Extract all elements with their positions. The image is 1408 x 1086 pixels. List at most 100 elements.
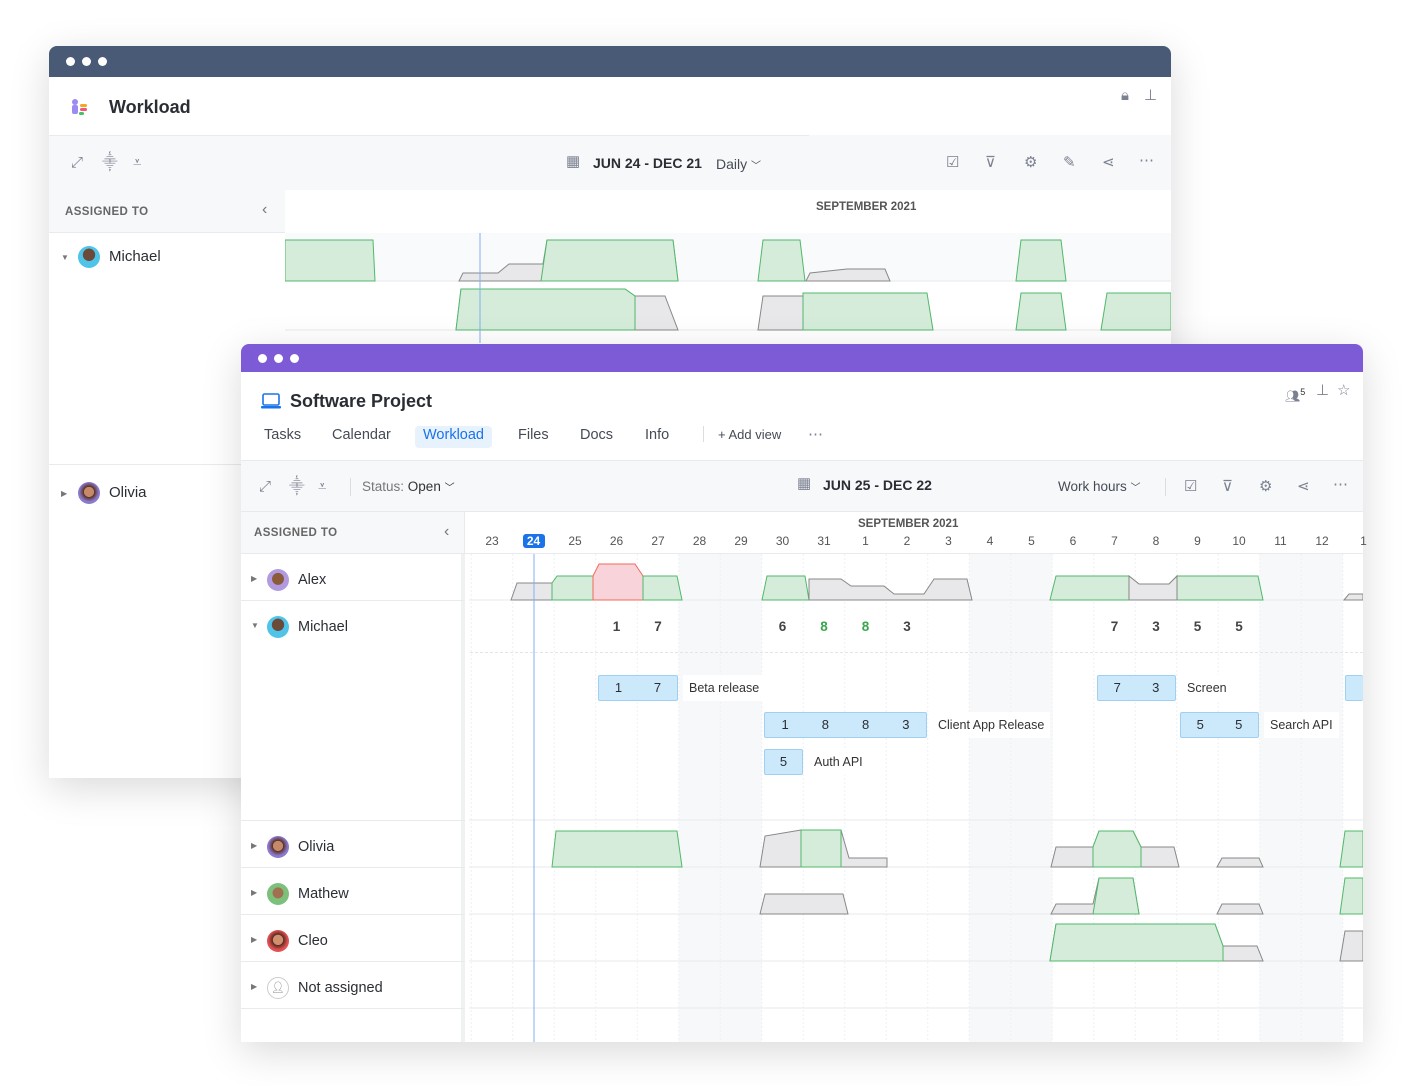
caret-right-icon[interactable]: ▶ [251,888,257,897]
assigned-header: ASSIGNED TO ‹ [241,512,465,554]
collapse-icon[interactable]: ⸎ [102,155,118,171]
tab-tasks[interactable]: Tasks [256,426,309,448]
collapse-panel-icon[interactable]: ‹ [444,523,449,541]
load-bar [1092,877,1140,915]
collapse-all-icon[interactable]: ⩡ [318,479,326,495]
load-bar [1216,903,1264,915]
person-row[interactable]: ▶ Cleo [241,915,465,962]
collapse-icon[interactable]: ⸎ [289,479,305,495]
task-label[interactable]: Beta release [683,675,766,701]
day-label: 3 [945,534,952,548]
expand-icon[interactable]: ⤢ [71,155,83,171]
caret-down-icon[interactable]: ▼ [61,253,69,262]
task-hours: 1 [781,717,789,732]
person-row[interactable]: ▶ Alex [241,554,465,601]
calendar-icon: ▦ [797,475,812,492]
load-bar [759,893,849,915]
person-name: Michael [109,248,161,265]
caret-right-icon[interactable]: ▶ [251,982,257,991]
share-icon[interactable]: ⋖ [1102,155,1115,171]
load-bar [761,575,810,601]
day-label: 7 [1111,534,1118,548]
share-icon[interactable]: ⋖ [1297,479,1310,495]
dashed-divider [470,652,1363,653]
tab-docs[interactable]: Docs [572,426,621,448]
scale-select[interactable]: Daily ﹀ [716,156,761,172]
window-dot[interactable] [290,354,299,363]
daily-hours: 1 [612,619,621,634]
task-label[interactable]: Client App Release [932,712,1051,738]
load-bar [1128,574,1178,601]
caret-right-icon[interactable]: ▶ [61,489,67,498]
edit-icon[interactable]: ✎ [1063,155,1076,171]
window-titlebar [241,344,1363,372]
date-range[interactable]: JUN 25 - DEC 22 [823,477,932,493]
caret-right-icon[interactable]: ▶ [251,935,257,944]
day-label: 8 [1152,534,1160,548]
task-bar[interactable]: 17 [598,675,678,701]
caret-down-icon[interactable]: ▼ [251,621,259,630]
task-bar[interactable]: 73 [1097,675,1176,701]
person-row[interactable]: ▼ Michael [241,601,465,821]
gear-icon[interactable]: ⚙ [1259,479,1272,495]
measure-select[interactable]: Work hours ﹀ [1058,479,1141,494]
window-dot[interactable] [274,354,283,363]
window-dot[interactable] [258,354,267,363]
load-bar [757,239,806,282]
tab-info[interactable]: Info [637,426,677,448]
expand-icon[interactable]: ⤢ [259,479,271,495]
members-icon[interactable]: 👥︎5 [1285,384,1305,404]
assigned-to-label: ASSIGNED TO [254,527,338,539]
gear-icon[interactable]: ⚙ [1024,155,1037,171]
more-icon[interactable]: ⋯ [1139,153,1154,169]
checkbox-icon[interactable]: ☑ [946,155,959,171]
load-bar [1339,830,1363,868]
collapse-all-icon[interactable]: ⩡ [133,155,141,171]
person-row[interactable]: ▶ Olivia [241,821,465,868]
chevron-down-icon: ﹀ [1130,483,1141,494]
daily-hours: 8 [820,619,828,634]
task-bar[interactable]: 1883 [764,712,927,738]
task-label[interactable]: Screen [1181,675,1233,701]
add-view-button[interactable]: + Add view [718,427,781,442]
window-dot[interactable] [66,57,75,66]
person-row-michael[interactable]: ▼ Michael [49,236,285,276]
window-dot[interactable] [82,57,91,66]
date-range[interactable]: JUN 24 - DEC 21 [593,155,702,171]
person-row[interactable]: ▶ Mathew [241,868,465,915]
task-bar[interactable]: 55 [1180,712,1259,738]
checkbox-icon[interactable]: ☑ [1184,479,1197,495]
collapse-panel-icon[interactable]: ‹ [262,201,267,219]
daily-hours: 3 [903,619,911,634]
window-dot[interactable] [98,57,107,66]
star-icon[interactable]: ☆ [1337,383,1350,399]
lock-icon[interactable]: 🔒︎ [1121,88,1129,104]
tab-calendar[interactable]: Calendar [324,426,399,448]
caret-right-icon[interactable]: ▶ [251,841,257,850]
day-label: 24 [522,534,545,548]
load-bar [551,830,683,868]
tab-files[interactable]: Files [510,426,557,448]
filter-icon[interactable]: ⊽ [1222,479,1233,495]
pin-icon[interactable]: ⊥ [1144,88,1157,104]
day-label: 31 [817,534,831,548]
task-bar[interactable]: 5 [764,749,803,775]
more-icon[interactable]: ⋯ [808,427,823,443]
pin-icon[interactable]: ⊥ [1316,383,1329,399]
avatar [267,930,289,952]
load-bar [455,288,636,331]
task-bar[interactable] [1345,675,1363,701]
status-filter[interactable]: Status: Open ﹀ [362,479,455,494]
task-label[interactable]: Auth API [808,749,869,775]
person-row[interactable]: ▶ 👤︎ Not assigned [241,962,465,1009]
more-icon[interactable]: ⋯ [1333,477,1348,493]
filter-icon[interactable]: ⊽ [985,155,996,171]
load-bar [757,295,806,331]
tab-workload[interactable]: Workload [415,426,492,448]
day-label: 2 [903,534,911,548]
task-hours: 3 [1152,680,1160,695]
caret-right-icon[interactable]: ▶ [251,574,257,583]
avatar [78,482,100,504]
day-label: 29 [734,534,748,548]
task-label[interactable]: Search API [1264,712,1339,738]
